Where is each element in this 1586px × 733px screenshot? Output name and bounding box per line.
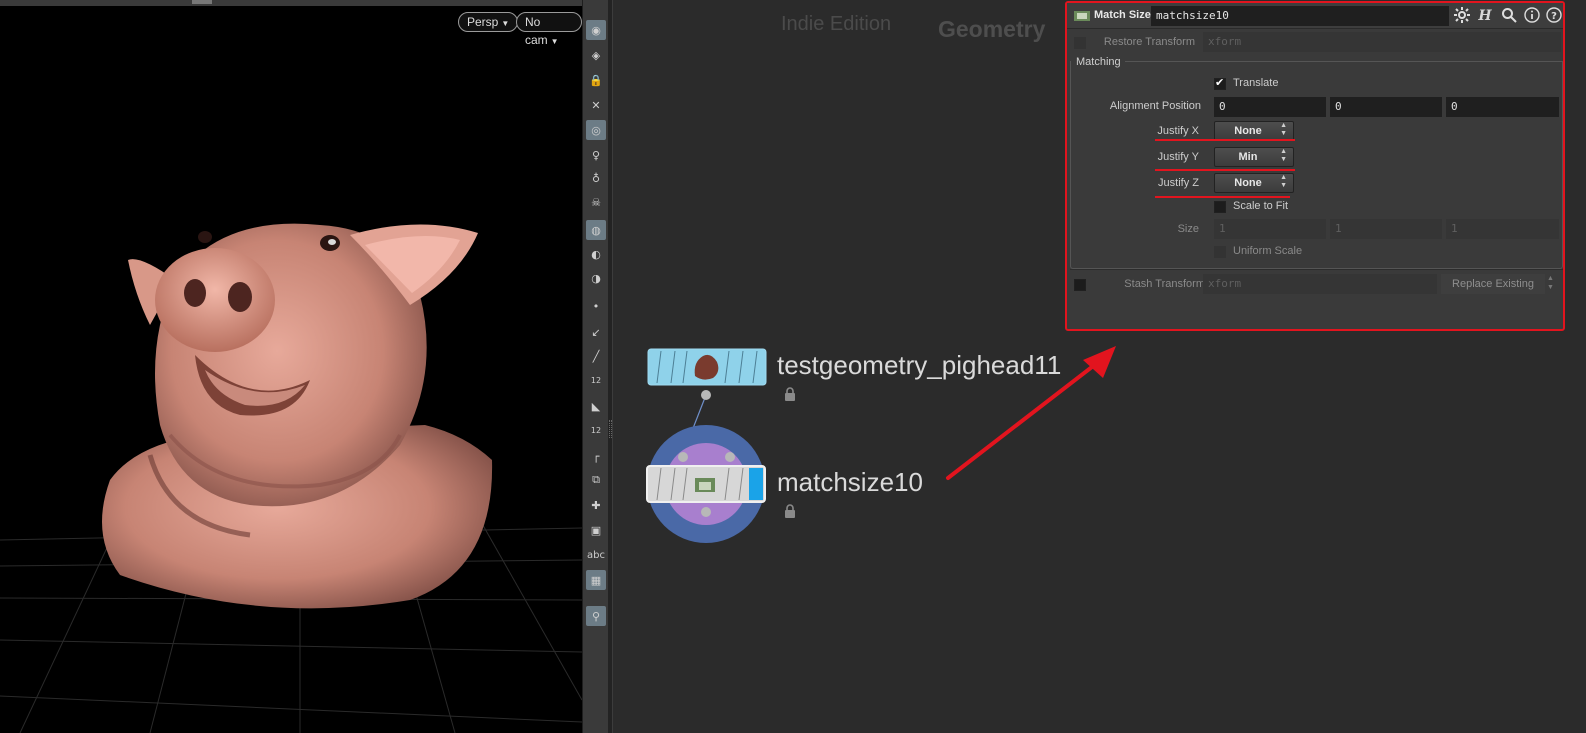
size-label: Size (1177, 223, 1199, 235)
restore-transform-field[interactable]: xform (1203, 32, 1561, 52)
translate-checkbox[interactable] (1214, 76, 1226, 90)
size-z-field[interactable]: 1 (1446, 219, 1559, 239)
annotation-underline (1155, 169, 1295, 171)
persp-menu-button[interactable]: Persp ▼ (458, 12, 519, 32)
node-label-matchsize[interactable]: matchsize10 (777, 467, 923, 498)
search-icon[interactable] (1500, 7, 1518, 25)
houdini-help-icon[interactable]: H (1476, 7, 1494, 25)
updown-arrows-icon: ▲ ▼ (1280, 174, 1287, 189)
justify-x-dropdown[interactable]: None ▲ ▼ (1214, 121, 1294, 141)
size-x-field[interactable]: 1 (1214, 219, 1326, 239)
justify-z-value: None (1234, 177, 1262, 189)
uniform-scale-checkbox[interactable] (1214, 246, 1226, 258)
lock-icon[interactable] (782, 386, 798, 402)
updown-arrows-icon: ▲ ▼ (1280, 148, 1287, 163)
node-name-field[interactable]: matchsize10 (1151, 6, 1449, 26)
viewport-display-toolbar: ◉ ◈ 🔒 ✕ ◎ ♀ ♁ ☠ ◍ ◐ ◑ • ↙ ╱ 12 ◣ 12 ┌ ⧉ ✚ ▣ abc ▦ ⚲ (582, 0, 608, 733)
lock-icon[interactable] (782, 503, 798, 519)
alignment-position-z-field[interactable]: 0 (1446, 97, 1559, 117)
snap-icon[interactable]: ⧉ (586, 470, 606, 490)
alignment-position-x-field[interactable]: 0 (1214, 97, 1326, 117)
persp-label: Persp (467, 15, 499, 29)
scale-to-fit-checkbox[interactable] (1214, 201, 1226, 213)
justify-y-value: Min (1238, 151, 1258, 163)
camera-settings-icon[interactable]: ◑ (586, 268, 606, 288)
pin-icon[interactable]: ╱ (586, 346, 606, 366)
replace-existing-button[interactable]: Replace Existing (1441, 274, 1545, 294)
output-connector (701, 390, 711, 400)
point-icon[interactable]: • (586, 296, 606, 316)
transform-icon[interactable]: ✚ (586, 495, 606, 515)
scale-to-fit-label: Scale to Fit (1233, 200, 1289, 212)
ghost-icon[interactable]: ✕ (586, 95, 606, 115)
primitive-number-icon[interactable]: 12 (586, 420, 606, 440)
point-number-icon[interactable]: 12 (586, 370, 606, 390)
corner-icon[interactable]: ┌ (586, 446, 606, 466)
parameter-panel: Match Size matchsize10 H ? Restore Trans… (1065, 1, 1565, 331)
parameter-header: Match Size matchsize10 H ? (1067, 3, 1563, 29)
location-icon[interactable]: ⚲ (586, 606, 606, 626)
light-icon[interactable]: ♀ (586, 145, 606, 165)
match-size-icon (1074, 11, 1090, 21)
chevron-down-icon: ▼ (550, 37, 559, 46)
camera-label: No cam (525, 15, 548, 47)
justify-y-label: Justify Y (1157, 151, 1199, 163)
translate-label: Translate (1233, 77, 1279, 89)
number-label: 12 (590, 375, 602, 385)
text-icon[interactable]: abc (586, 545, 606, 565)
justify-x-label: Justify X (1157, 125, 1199, 137)
help-icon[interactable]: ? (1545, 7, 1563, 25)
matching-folder-label: Matching (1076, 56, 1121, 68)
updown-arrows-icon[interactable]: ▲ ▼ (1547, 274, 1559, 294)
justify-x-value: None (1234, 125, 1262, 137)
scene-viewport[interactable]: Persp ▼ No cam ▼ (0, 0, 582, 733)
brush-icon[interactable]: ↙ (586, 322, 606, 342)
pig-head-model (102, 223, 493, 609)
light-add-icon[interactable]: ♁ (586, 168, 606, 188)
number-label: 12 (590, 425, 602, 435)
justify-z-label: Justify Z (1158, 177, 1199, 189)
view-icon[interactable]: ◉ (586, 20, 606, 40)
gear-icon[interactable] (1453, 7, 1471, 25)
node-matchsize[interactable] (646, 425, 766, 543)
select-icon[interactable]: ◈ (586, 45, 606, 65)
annotation-underline (1155, 139, 1295, 141)
justify-y-dropdown[interactable]: Min ▲ ▼ (1214, 147, 1294, 167)
frame-icon[interactable]: ▣ (586, 520, 606, 540)
alignment-position-label: Alignment Position (1109, 100, 1201, 112)
updown-arrows-icon: ▲ ▼ (1280, 122, 1287, 137)
lock-icon[interactable]: 🔒 (586, 70, 606, 90)
camera-menu-button[interactable]: No cam ▼ (516, 12, 582, 47)
restore-transform-toggle[interactable] (1074, 37, 1086, 49)
chevron-down-icon: ▼ (501, 19, 510, 28)
stash-transform-field[interactable]: xform (1203, 274, 1437, 294)
paint-icon[interactable]: ◣ (586, 396, 606, 416)
node-type-label: Match Size (1094, 9, 1151, 21)
light-skull-icon[interactable]: ☠ (586, 192, 606, 212)
info-icon[interactable] (1523, 7, 1541, 25)
match-size-icon (695, 478, 715, 492)
svg-text:?: ? (1551, 11, 1557, 22)
houdini-window: Persp ▼ No cam ▼ ◉ ◈ 🔒 ✕ ◎ ♀ ♁ ☠ ◍ ◐ ◑ • ↙ ╱ 12 ◣ 12 ┌ ⧉ ✚ ▣ ab… (0, 0, 1586, 733)
size-y-field[interactable]: 1 (1330, 219, 1442, 239)
node-label-testgeometry[interactable]: testgeometry_pighead11 (777, 350, 1061, 381)
uniform-scale-label: Uniform Scale (1233, 245, 1303, 257)
text-label: abc (587, 549, 605, 561)
stash-transform-toggle[interactable] (1074, 279, 1086, 291)
restore-transform-label: Restore Transform (1103, 36, 1195, 48)
display-icon[interactable]: ◍ (586, 220, 606, 240)
stash-transform-label: Stash Transform (1124, 278, 1205, 290)
justify-z-dropdown[interactable]: None ▲ ▼ (1214, 173, 1294, 193)
node-testgeometry[interactable] (647, 348, 767, 400)
shading-icon[interactable]: ◎ (586, 120, 606, 140)
alignment-position-y-field[interactable]: 0 (1330, 97, 1442, 117)
camera-icon[interactable]: ◐ (586, 244, 606, 264)
background-icon[interactable]: ▦ (586, 570, 606, 590)
annotation-underline (1155, 196, 1290, 198)
